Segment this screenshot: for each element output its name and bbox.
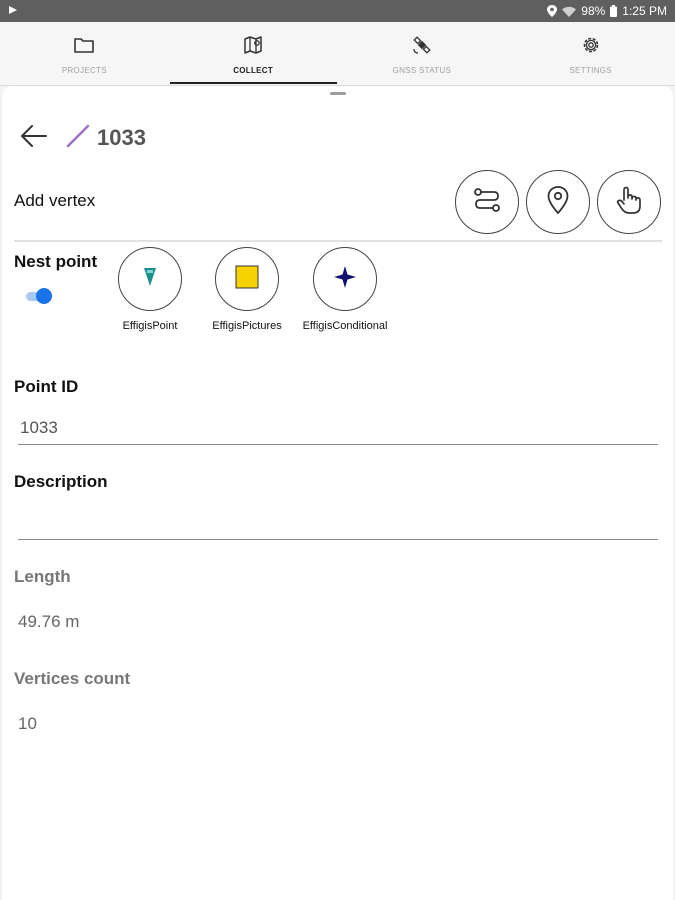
template-symbol — [313, 247, 377, 311]
clock: 1:25 PM — [622, 4, 667, 18]
tab-bar: PROJECTS COLLECT GNSS STATUS SETTINGS — [0, 22, 675, 86]
tab-label: SETTINGS — [569, 65, 612, 75]
navy-star-icon — [333, 265, 357, 294]
status-bar: 98% 1:25 PM — [0, 0, 675, 22]
satellite-icon — [411, 33, 433, 57]
description-label: Description — [14, 472, 108, 491]
folder-icon — [74, 33, 95, 57]
tab-label: GNSS STATUS — [392, 65, 452, 75]
route-button[interactable] — [455, 170, 519, 234]
point-id-input[interactable] — [18, 411, 658, 445]
length-value: 49.76 m — [18, 612, 80, 631]
arrow-left-icon — [18, 125, 50, 156]
tab-projects[interactable]: PROJECTS — [0, 22, 169, 85]
back-button[interactable] — [18, 120, 50, 152]
nest-point-label: Nest point — [14, 252, 98, 271]
teal-marker-icon — [143, 267, 157, 292]
nest-point-toggle[interactable] — [26, 288, 52, 304]
gps-vertex-button[interactable] — [526, 170, 590, 234]
vertices-count-value: 10 — [18, 714, 37, 733]
drag-handle[interactable] — [330, 92, 346, 95]
template-label: EffigisPictures — [212, 320, 282, 332]
tab-label: PROJECTS — [61, 65, 107, 75]
yellow-square-icon — [235, 265, 259, 294]
line-icon — [66, 124, 90, 153]
feature-title: 1033 — [97, 125, 146, 150]
template-effigis-point[interactable]: EffigisPoint — [102, 247, 198, 333]
length-label: Length — [14, 567, 71, 586]
tab-settings[interactable]: SETTINGS — [506, 22, 675, 85]
toggle-knob — [36, 288, 52, 304]
status-indicators: 98% 1:25 PM — [547, 4, 667, 18]
wifi-icon — [562, 6, 577, 17]
battery-percent: 98% — [581, 4, 606, 18]
location-pin-icon — [547, 185, 569, 219]
gear-icon — [581, 33, 601, 57]
vertices-count-label: Vertices count — [14, 669, 131, 688]
feature-sheet: 1033 Add vertex Nest point EffigisPoint — [2, 86, 673, 900]
add-vertex-label: Add vertex — [14, 191, 96, 210]
map-icon — [243, 33, 263, 57]
battery-icon — [610, 5, 618, 17]
route-icon — [472, 185, 502, 220]
section-divider — [14, 240, 662, 242]
point-id-label: Point ID — [14, 377, 79, 396]
play-store-icon — [8, 4, 18, 18]
tab-label: COLLECT — [233, 65, 274, 75]
template-symbol — [215, 247, 279, 311]
template-label: EffigisConditional — [302, 320, 388, 332]
location-status-icon — [547, 5, 558, 17]
tab-gnss-status[interactable]: GNSS STATUS — [338, 22, 507, 85]
template-symbol — [118, 247, 182, 311]
template-effigis-conditional[interactable]: EffigisConditional — [297, 247, 393, 333]
manual-vertex-button[interactable] — [597, 170, 661, 234]
description-input[interactable] — [18, 506, 658, 540]
template-effigis-pictures[interactable]: EffigisPictures — [199, 247, 295, 333]
template-label: EffigisPoint — [122, 320, 178, 332]
tab-collect[interactable]: COLLECT — [169, 22, 338, 85]
touch-hand-icon — [615, 185, 643, 220]
